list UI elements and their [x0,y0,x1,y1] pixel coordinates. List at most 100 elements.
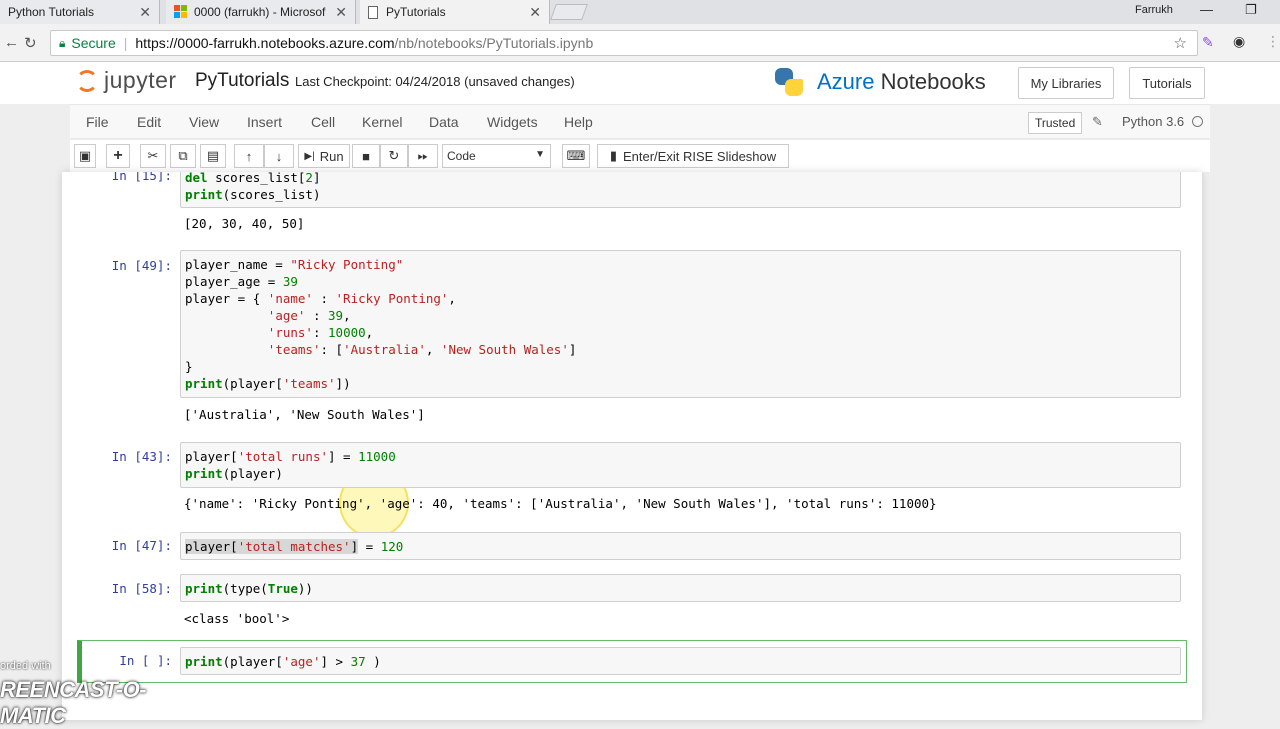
tab-microsoft[interactable]: 0000 (farrukh) - Microsof ✕ [166,0,356,24]
lock-icon: 🔒︎ [59,35,66,50]
keyboard-icon[interactable]: ⌨ [562,144,590,168]
address-bar-row: ← ↻ 🔒︎ Secure | https://0000-farrukh.not… [0,24,1280,62]
tab-label: Python Tutorials [8,5,95,19]
cell-prompt: In [15]: [111,172,172,183]
copy-icon[interactable]: ⧉ [170,144,196,168]
kernel-idle-icon [1192,116,1203,127]
checkpoint-status: Last Checkpoint: 04/24/2018 (unsaved cha… [295,74,575,89]
rise-slideshow-button[interactable]: ▮ Enter/Exit RISE Slideshow [597,144,789,168]
notebook-toolbar: ▣ + ✂ ⧉ ▤ ↑ ↓ ▶︎| Run ■ ↻ ⏩︎ Code ▼ ⌨ ▮ … [70,140,1210,172]
browser-user-name[interactable]: Farrukh [1135,4,1173,16]
watermark-line2: REENCAST-O-MATIC [0,677,147,728]
jupyter-orb-icon [76,69,98,92]
run-label: Run [319,148,344,164]
tab-python-tutorials[interactable]: Python Tutorials ✕ [0,0,160,24]
code-input: print(type(True)) [185,581,313,596]
screencast-watermark: orded with REENCAST-O-MATIC [0,660,200,728]
rise-label: Enter/Exit RISE Slideshow [622,148,777,164]
url-field[interactable]: 🔒︎ Secure | https://0000-farrukh.noteboo… [50,30,1198,56]
url-host: https://0000-farrukh.notebooks.azure.com [135,35,395,51]
menu-data[interactable]: Data [429,114,459,130]
azure-notebooks-logo[interactable]: Azure Notebooks [775,68,986,96]
code-input: player_name = "Ricky Ponting" player_age… [185,257,577,391]
edit-pencil-icon[interactable]: ✎ [1092,114,1103,130]
move-down-icon[interactable]: ↓ [264,144,294,168]
menu-widgets[interactable]: Widgets [487,114,538,130]
menu-kernel[interactable]: Kernel [362,114,402,130]
my-libraries-button[interactable]: My Libraries [1018,67,1114,99]
move-up-icon[interactable]: ↑ [234,144,264,168]
restart-icon[interactable]: ↻ [380,144,408,168]
run-button[interactable]: ▶︎| Run [298,144,350,168]
code-cell-15[interactable]: del scores_list[2] print(scores_list) [180,172,1181,208]
back-icon[interactable]: ← [4,34,19,51]
code-input: player['total matches'] = 120 [185,539,404,554]
code-cell-49[interactable]: player_name = "Ricky Ponting" player_age… [180,250,1181,398]
bar-chart-icon: ▮ [609,148,617,163]
tab-label: 0000 (farrukh) - Microsof [194,5,326,19]
microsoft-logo-icon [174,5,188,19]
notebook-name[interactable]: PyTutorials [195,70,289,92]
document-icon [368,5,378,19]
menu-help[interactable]: Help [564,114,593,130]
code-cell-58[interactable]: print(type(True)) [180,574,1181,602]
url-path: /nb/notebooks/PyTutorials.ipynb [394,35,594,51]
cell-prompt: In [49]: [111,258,172,273]
trusted-indicator[interactable]: Trusted [1028,112,1083,134]
tab-pytutorials[interactable]: PyTutorials ✕ [360,0,550,24]
azure-brand: Azure [817,69,875,94]
cell-output: ['Australia', 'New South Wales'] [184,407,425,422]
notebook-menubar: File Edit View Insert Cell Kernel Data W… [70,104,1210,139]
chevron-down-icon: ▼ [535,149,545,160]
code-input[interactable]: print(player['age'] > 37 ) [181,648,1180,670]
paste-icon[interactable]: ▤ [200,144,226,168]
cell-output: [20, 30, 40, 50] [184,216,305,231]
close-icon[interactable]: ✕ [529,4,541,21]
menu-dots-icon[interactable]: ⋮ [1266,33,1280,50]
jupyter-header: jupyter PyTutorials Last Checkpoint: 04/… [0,62,1280,104]
bookmark-star-icon[interactable]: ☆ [1174,34,1187,52]
cell-prompt: In [47]: [111,538,172,553]
code-input: del scores_list[2] print(scores_list) [185,172,321,202]
jupyter-logo[interactable]: jupyter [76,67,177,94]
close-icon[interactable]: ✕ [139,4,151,21]
cell-output: <class 'bool'> [184,611,290,626]
menu-cell[interactable]: Cell [311,114,335,130]
browser-tab-bar: Python Tutorials ✕ 0000 (farrukh) - Micr… [0,0,1280,24]
insert-cell-icon[interactable]: + [106,144,130,168]
code-cell-new[interactable]: print(player['age'] > 37 ) [180,647,1181,675]
code-cell-43[interactable]: player['total runs'] = 11000 print(playe… [180,442,1181,488]
tutorials-button[interactable]: Tutorials [1129,67,1205,99]
extension-circle-icon[interactable]: ◉ [1233,33,1245,50]
code-input: player['total runs'] = 11000 print(playe… [185,449,396,481]
cell-prompt: In [58]: [111,581,172,596]
tab-label: PyTutorials [386,5,446,19]
minimize-icon[interactable]: — [1200,2,1213,17]
cell-prompt: In [43]: [111,449,172,464]
menu-view[interactable]: View [189,114,219,130]
secure-label: Secure [71,35,116,51]
kernel-name[interactable]: Python 3.6 [1122,114,1184,129]
extension-pen-icon[interactable]: ✎ [1202,34,1214,51]
restart-run-all-icon[interactable]: ⏩︎ [408,144,438,168]
menu-insert[interactable]: Insert [247,114,282,130]
reload-icon[interactable]: ↻ [24,34,37,52]
save-icon[interactable]: ▣ [74,144,96,168]
python-logo-icon [775,68,803,96]
menu-file[interactable]: File [86,114,109,130]
cell-type-select[interactable]: Code ▼ [442,144,551,168]
notebook-container: In [15]: del scores_list[2] print(scores… [62,172,1202,720]
cell-type-value: Code [447,149,476,163]
cut-icon[interactable]: ✂ [140,144,166,168]
close-icon[interactable]: ✕ [335,4,347,21]
code-cell-47[interactable]: player['total matches'] = 120 [180,532,1181,560]
cell-output: {'name': 'Ricky Ponting', 'age': 40, 'te… [184,496,937,511]
watermark-line1: orded with [0,660,51,672]
interrupt-icon[interactable]: ■ [352,144,380,168]
run-play-icon: ▶︎| [304,150,315,162]
new-tab-button[interactable] [550,4,588,20]
restore-icon[interactable]: ❐ [1245,2,1257,18]
menu-edit[interactable]: Edit [137,114,161,130]
url-separator: | [123,35,128,51]
jupyter-wordmark: jupyter [104,67,177,93]
